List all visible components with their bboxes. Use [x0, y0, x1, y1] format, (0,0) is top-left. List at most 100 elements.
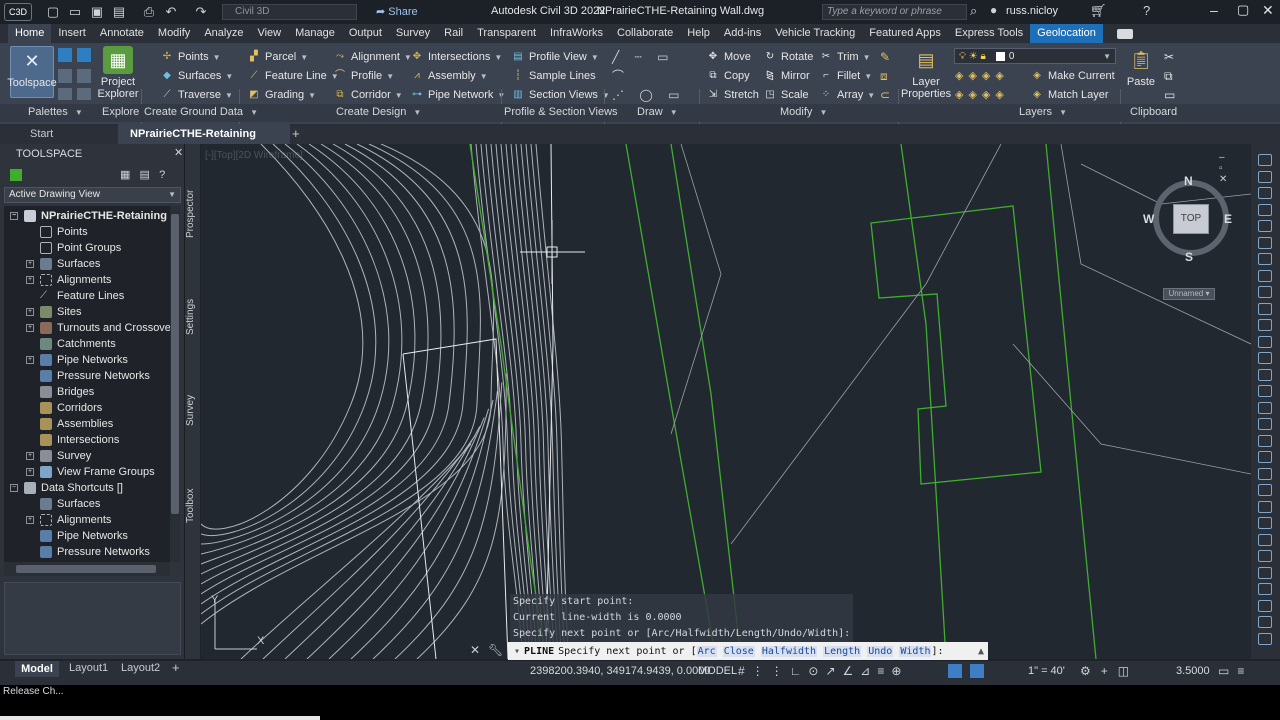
- tree-root[interactable]: − NPrairieCTHE-Retaining ...: [10, 208, 170, 224]
- save-icon[interactable]: ▣: [86, 4, 108, 20]
- tree-horizontal-scrollbar[interactable]: [4, 562, 170, 576]
- tool-palette-icon[interactable]: [1258, 170, 1272, 183]
- share-button[interactable]: ➦ Share: [376, 5, 418, 18]
- search-icon[interactable]: ⌕: [970, 3, 977, 19]
- plot-icon[interactable]: ⎙: [138, 4, 160, 20]
- keyword-undo[interactable]: Undo: [867, 645, 894, 657]
- layer-tools-row-2[interactable]: ◈◈◈◈: [955, 88, 1009, 101]
- tool-palette-icon[interactable]: [1258, 599, 1272, 612]
- tab-survey-vertical[interactable]: Survey: [185, 390, 200, 430]
- tab-insert[interactable]: Insert: [51, 24, 93, 43]
- profile-view-button[interactable]: ▤ Profile View ▼: [511, 48, 599, 66]
- keyword-close[interactable]: Close: [722, 645, 755, 657]
- compass-e[interactable]: E: [1224, 212, 1232, 226]
- keyword-width[interactable]: Width: [899, 645, 932, 657]
- project-explorer-button[interactable]: ▦ Project Explorer: [98, 46, 138, 100]
- tab-prospector[interactable]: Prospector: [185, 184, 200, 244]
- sample-lines-button[interactable]: ┆ Sample Lines: [511, 67, 596, 85]
- keyword-length[interactable]: Length: [823, 645, 862, 657]
- tool-palette-icon[interactable]: [1258, 187, 1272, 199]
- line-tools-row[interactable]: ╱ ┄ ▭ ⌒: [612, 48, 698, 86]
- tab-toolbox[interactable]: Toolbox: [185, 484, 200, 528]
- surfaces-button[interactable]: ◆ Surfaces ▼: [160, 67, 233, 85]
- tab-manage[interactable]: Manage: [288, 24, 342, 43]
- alignment-button[interactable]: ⤳ Alignment ▼: [333, 48, 412, 66]
- viewcube-top-face[interactable]: TOP: [1173, 204, 1209, 234]
- tool-palette-icon[interactable]: [1258, 583, 1272, 595]
- tool-palette-icon[interactable]: [1258, 467, 1272, 480]
- tab-vehicle-tracking[interactable]: Vehicle Tracking: [768, 24, 862, 43]
- tool-palette-icon[interactable]: [1258, 401, 1272, 414]
- compass-s[interactable]: S: [1185, 250, 1193, 264]
- tool-palette-icon[interactable]: [1258, 154, 1272, 166]
- status-customize-icons[interactable]: ▭≡: [1218, 664, 1252, 678]
- palette-properties-icon[interactable]: [58, 48, 72, 62]
- rotate-button[interactable]: ↻ Rotate: [763, 48, 814, 66]
- tool-palette-icon[interactable]: [1258, 500, 1272, 513]
- tree-item-surfaces[interactable]: + Surfaces: [26, 256, 100, 272]
- undo-icon[interactable]: ↶: [160, 4, 182, 20]
- tool-palette-icon[interactable]: [1258, 220, 1272, 232]
- palette-layers-icon[interactable]: [58, 69, 72, 83]
- add-layout-icon[interactable]: +: [172, 660, 180, 675]
- scrollbar-thumb[interactable]: [171, 214, 179, 514]
- new-icon[interactable]: ▢: [42, 4, 64, 20]
- palette-calc-icon[interactable]: [77, 88, 91, 100]
- tree-item-ds-pressure-networks[interactable]: Pressure Networks: [40, 544, 150, 560]
- close-icon[interactable]: ✕: [1262, 2, 1274, 19]
- tree-item-alignments[interactable]: + Alignments: [26, 272, 111, 288]
- trim-button[interactable]: ✂ Trim ▼: [819, 48, 871, 66]
- tree-vertical-scrollbar[interactable]: [170, 206, 180, 562]
- tool-palette-icon[interactable]: [1258, 550, 1272, 562]
- tool-palette-icon[interactable]: [1258, 616, 1272, 628]
- tool-palette-icon[interactable]: [1258, 418, 1272, 430]
- new-tab-icon[interactable]: +: [292, 126, 300, 141]
- tool-palette-icon[interactable]: [1258, 269, 1272, 282]
- draw-label[interactable]: Draw ▼: [637, 106, 678, 118]
- draw-tools[interactable]: ╱ ┄ ▭ ⌒ ⋰ ◯ ▭ ◫ ↯ ◌ ▦ ▤: [612, 48, 698, 159]
- assembly-button[interactable]: ⩘ Assembly ▼: [410, 67, 487, 85]
- ribbon-minimize-icon[interactable]: [1116, 28, 1133, 39]
- redo-icon[interactable]: ↷: [190, 4, 212, 20]
- stretch-button[interactable]: ⇲ Stretch: [706, 86, 759, 104]
- viewcube[interactable]: TOP N S E W: [1143, 174, 1232, 264]
- tab-model[interactable]: Model: [15, 661, 59, 677]
- tree-item-point-groups[interactable]: Point Groups: [40, 240, 121, 256]
- paste-button[interactable]: 📋︎ Paste: [1124, 46, 1158, 89]
- status-tools[interactable]: ⚙+◫: [1080, 664, 1139, 678]
- user-name[interactable]: russ.nicloy: [1006, 5, 1058, 17]
- intersections-button[interactable]: ✥ Intersections ▼: [410, 48, 503, 66]
- tab-layout2[interactable]: Layout2: [121, 662, 160, 674]
- tree-item-survey[interactable]: + Survey: [26, 448, 91, 464]
- tree-item-catchments[interactable]: Catchments: [40, 336, 116, 352]
- tool-palette-icon[interactable]: [1258, 484, 1272, 496]
- tab-express-tools[interactable]: Express Tools: [948, 24, 1030, 43]
- tree-item-ds-surfaces[interactable]: Surfaces: [40, 496, 100, 512]
- copy-button[interactable]: ⧉ Copy: [706, 67, 749, 85]
- section-views-button[interactable]: ▥ Section Views ▼: [511, 86, 610, 104]
- tree-item-bridges[interactable]: Bridges: [40, 384, 94, 400]
- save-as-icon[interactable]: ▤: [108, 4, 130, 20]
- tree-item-ds-alignments[interactable]: + Alignments: [26, 512, 111, 528]
- annotation-scale[interactable]: 1" = 40': [1028, 665, 1065, 677]
- tab-survey[interactable]: Survey: [389, 24, 437, 43]
- tool-palette-icon[interactable]: [1258, 517, 1272, 529]
- tab-settings-vertical[interactable]: Settings: [185, 292, 200, 342]
- points-button[interactable]: ✢ Points ▼: [160, 48, 221, 66]
- tab-rail[interactable]: Rail: [437, 24, 470, 43]
- lineweight-value[interactable]: 3.5000: [1176, 665, 1210, 677]
- tab-transparent[interactable]: Transparent: [470, 24, 543, 43]
- command-history-toggle-icon[interactable]: ▲: [978, 646, 984, 657]
- scrollbar-thumb[interactable]: [16, 565, 156, 573]
- tool-palette-icon[interactable]: [1258, 203, 1272, 216]
- tool-palette-icon[interactable]: [1258, 286, 1272, 298]
- scale-button[interactable]: ◳ Scale: [763, 86, 808, 104]
- drafting-toggles[interactable]: #⋮⋮∟⊙↗∠⊿≡⊕: [738, 664, 908, 678]
- layer-properties-button[interactable]: ▤ Layer Properties: [901, 46, 951, 101]
- tool-palette-icon[interactable]: [1258, 352, 1272, 364]
- viewport-controls[interactable]: [-][Top][2D Wireframe]: [205, 150, 303, 161]
- tab-collaborate[interactable]: Collaborate: [610, 24, 680, 43]
- tree-item-points[interactable]: Points: [40, 224, 88, 240]
- help-icon[interactable]: ?: [1143, 3, 1150, 18]
- tab-output[interactable]: Output: [342, 24, 389, 43]
